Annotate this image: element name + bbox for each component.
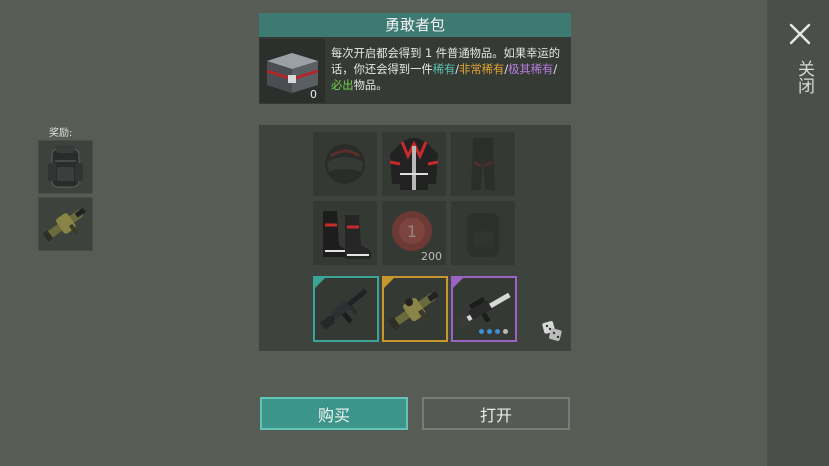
backpack-icon [467,213,499,257]
reward-backpack-slot[interactable] [38,140,93,194]
helmet-icon [325,144,365,184]
sniper-rifle-slot[interactable] [451,276,517,342]
attachment-dots [479,329,508,334]
open-button[interactable]: 打开 [422,397,570,430]
rarity-corner [315,278,325,288]
assault-rifle-slot[interactable] [313,276,379,342]
boots-icon [323,211,371,259]
close-icon[interactable] [788,22,812,46]
attachment-dot [495,329,500,334]
reward-launcher-slot[interactable] [38,197,93,251]
attachment-dot [479,329,484,334]
backpack-icon [48,145,83,188]
extremely-rare-label: 极其稀有 [508,63,554,76]
grenade-launcher-icon [42,207,86,242]
pants-slot[interactable] [451,132,515,196]
rarity-corner [384,278,394,288]
backpack-slot[interactable] [451,201,515,265]
desc-text-end: 物品。 [353,79,388,92]
attachment-dot [503,329,508,334]
attachment-dot [487,329,492,334]
close-label[interactable]: 关闭 [787,60,814,94]
very-rare-label: 非常稀有 [459,63,505,76]
chest-count: 0 [310,88,317,101]
jacket-slot[interactable] [382,132,446,196]
helmet-slot[interactable] [313,132,377,196]
svg-text:1: 1 [407,222,417,241]
rarity-corner [453,278,463,288]
pack-title: 勇敢者包 [259,13,571,37]
cap-count: 200 [421,250,442,263]
pack-description: 每次开启都会得到 1 件普通物品。如果幸运的话，你还会得到一件稀有/非常稀有/极… [331,46,567,94]
jacket-icon [389,138,439,190]
bottle-cap-slot[interactable]: 1 200 [382,201,446,265]
rare-label: 稀有 [432,63,456,76]
rewards-label: 奖励: [49,128,73,139]
boots-slot[interactable] [313,201,377,265]
grenade-launcher-slot[interactable] [382,276,448,342]
guaranteed-label: 必出 [331,79,354,92]
desc-sep: / [553,63,558,76]
dice-icon[interactable] [541,320,563,342]
buy-button[interactable]: 购买 [260,397,408,430]
pants-icon [471,138,495,190]
